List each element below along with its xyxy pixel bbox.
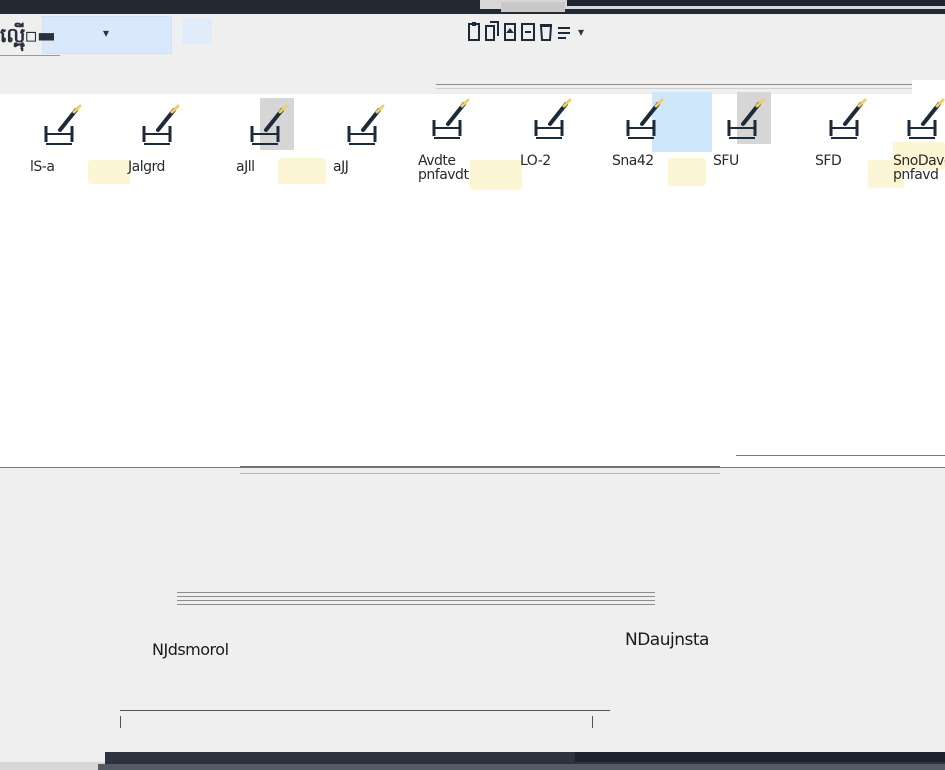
divider [736,455,945,456]
move-icon[interactable] [520,19,536,45]
file-item-label: SFD [815,153,842,169]
file-item[interactable]: SFD [815,92,887,192]
delete-icon[interactable] [538,19,554,45]
divider [240,466,720,468]
title-bar-strip [567,0,945,6]
file-item[interactable]: SFU [713,92,785,192]
file-item-label: aJll [236,159,255,175]
chevron-down-icon[interactable]: ▾ [578,25,584,39]
file-item[interactable]: SnoDave pnfavd [893,92,945,192]
chevron-down-icon[interactable]: ▾ [103,26,109,40]
taskbar-bottom [98,764,945,770]
view-menu-secondary-highlight [182,18,212,44]
file-item[interactable]: Sna42 [612,92,712,192]
taskbar-left [0,762,105,770]
clipboard-icon[interactable] [466,19,482,45]
status-text-left: NJdsmorol [152,640,229,659]
file-item-label: aJJ [333,159,349,175]
file-item-label: lS-a [30,159,55,175]
file-item[interactable]: Jalgrd [128,98,200,198]
status-text-right: NDaujnsta [625,630,709,650]
divider [120,716,121,728]
center-toolbar: ▾ [466,14,584,50]
divider [436,88,945,89]
file-item[interactable]: aJll [236,98,308,198]
divider [240,473,720,474]
copy-icon[interactable] [484,19,500,45]
divider [436,84,945,85]
view-menu-button[interactable]: ល្អ៉ើ្ម▫▬ [0,22,56,52]
file-item-label: SFU [713,153,739,169]
view-menu-underline [0,55,60,56]
file-item-label: SnoDave pnfavd [893,153,945,183]
paste-icon[interactable] [502,19,518,45]
file-item[interactable]: lS-a [30,98,102,198]
file-item-label: Sna42 [612,153,654,169]
properties-icon[interactable] [556,19,572,45]
top-tab[interactable] [501,2,565,12]
file-item[interactable]: Avdte pnfavdt [418,92,490,192]
file-item[interactable]: aJJ [333,98,405,198]
divider [592,716,593,728]
file-item[interactable]: LO-2 [520,92,592,192]
details-pane-lines [177,592,655,606]
divider [120,710,610,711]
file-item-label: LO-2 [520,153,551,169]
file-item-label: Avdte pnfavdt [418,153,469,183]
app-window: ល្អ៉ើ្ម▫▬ ▾ ▾ lS-a Jalgrd aJll aJJ Avdte pnf… [0,0,945,770]
file-item-label: Jalgrd [128,159,165,175]
taskbar-strip [575,752,945,762]
